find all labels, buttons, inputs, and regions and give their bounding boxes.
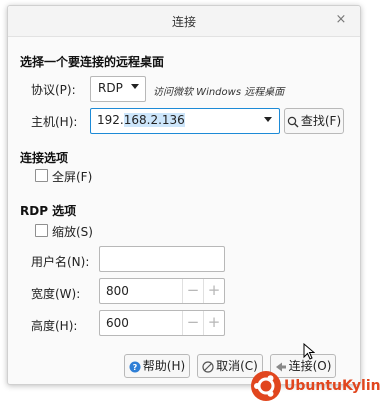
width-label: 宽度(W): — [31, 287, 81, 301]
help-label: 帮助(H) — [142, 359, 186, 373]
height-decrement-button[interactable]: − — [182, 311, 203, 335]
watermark-text: UbuntuKylin — [284, 378, 381, 394]
protocol-select[interactable]: RDP — [90, 76, 146, 102]
chevron-down-icon — [131, 84, 139, 89]
dialog-title: 连接 — [171, 15, 196, 29]
username-input[interactable] — [99, 246, 225, 272]
scale-checkbox[interactable] — [35, 224, 48, 237]
protocol-label: 协议(P): — [31, 83, 76, 97]
svg-text:?: ? — [132, 363, 137, 372]
host-input[interactable]: 192.168.2.136 — [90, 108, 280, 134]
find-button[interactable]: 查找(F) — [284, 108, 344, 134]
username-label: 用户名(N): — [31, 255, 90, 269]
help-button[interactable]: ? 帮助(H) — [124, 354, 190, 378]
height-spinbox[interactable]: 600 − + — [99, 310, 225, 336]
protocol-value: RDP — [98, 81, 123, 95]
ubuntukylin-logo: UbuntuKylin — [250, 368, 382, 406]
host-label: 主机(H): — [31, 115, 78, 129]
connect-section-heading: 选择一个要连接的远程桌面 — [20, 55, 165, 69]
connect-options-heading: 连接选项 — [20, 151, 69, 165]
close-icon[interactable]: × — [332, 11, 350, 29]
width-spinbox[interactable]: 800 − + — [99, 278, 225, 304]
width-increment-button[interactable]: + — [203, 279, 224, 303]
search-icon — [287, 116, 299, 127]
find-label: 查找(F) — [300, 114, 342, 128]
height-label: 高度(H): — [31, 319, 78, 333]
connect-dialog: 连接 × 选择一个要连接的远程桌面 协议(P): RDP 访问微软 Window… — [7, 5, 361, 385]
host-value: 192.168.2.136 — [97, 113, 185, 127]
width-decrement-button[interactable]: − — [182, 279, 203, 303]
mouse-pointer-icon — [303, 343, 315, 360]
height-increment-button[interactable]: + — [203, 311, 224, 335]
title-bar: 连接 × — [8, 6, 360, 37]
host-dropdown-icon[interactable] — [264, 117, 272, 122]
ubuntu-logo-icon — [251, 371, 281, 401]
fullscreen-label: 全屏(F) — [52, 170, 93, 184]
width-value: 800 — [106, 284, 129, 298]
cancel-icon — [202, 360, 214, 373]
protocol-hint: 访问微软 Windows 远程桌面 — [153, 87, 285, 98]
host-value-selected: 168.2.136 — [123, 113, 185, 127]
fullscreen-checkbox[interactable] — [35, 169, 48, 182]
scale-label: 缩放(S) — [52, 225, 93, 239]
help-icon: ? — [129, 361, 141, 372]
host-value-plain: 192. — [97, 113, 124, 127]
height-value: 600 — [106, 316, 129, 330]
rdp-options-heading: RDP 选项 — [20, 204, 77, 218]
